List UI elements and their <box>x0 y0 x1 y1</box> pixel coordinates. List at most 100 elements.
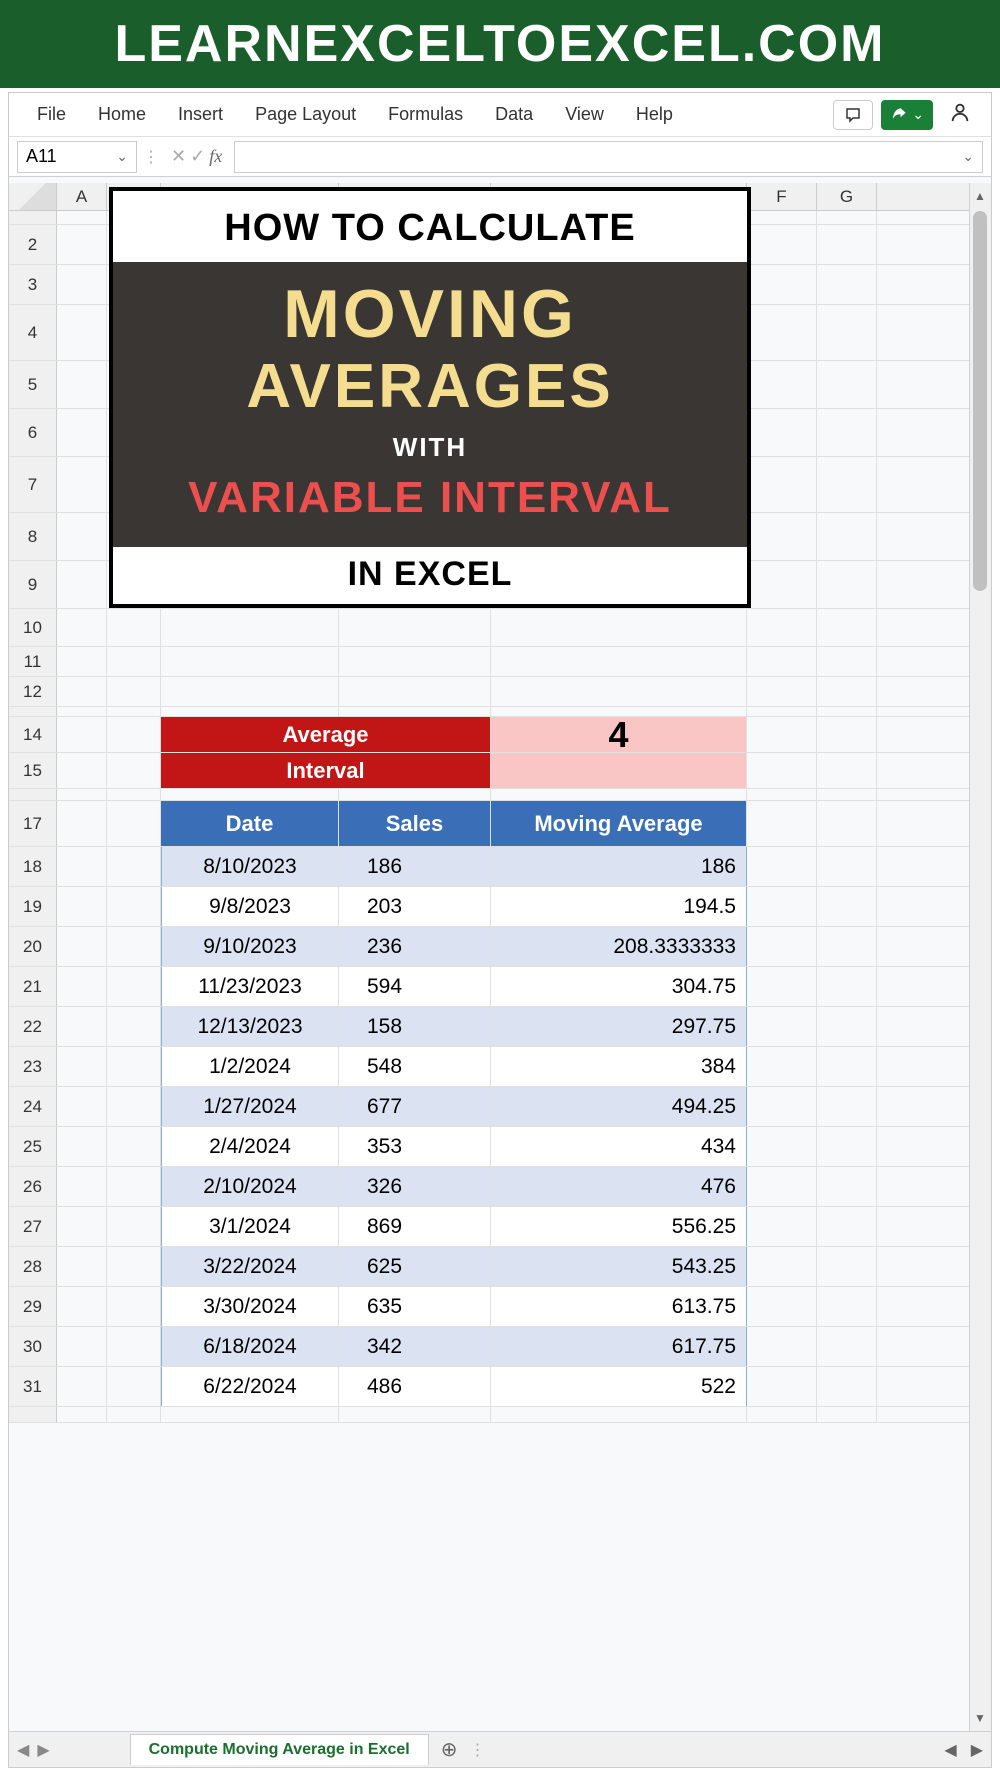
tab-formulas[interactable]: Formulas <box>372 94 479 135</box>
cell-date[interactable]: 9/10/2023 <box>161 927 339 966</box>
cell-moving-average[interactable]: 384 <box>491 1047 747 1086</box>
enter-icon[interactable]: ✓ <box>190 146 205 167</box>
cell-date[interactable]: 11/23/2023 <box>161 967 339 1006</box>
cell-moving-average[interactable]: 186 <box>491 847 747 886</box>
cell-sales[interactable]: 635 <box>339 1287 491 1326</box>
cell-date[interactable]: 6/22/2024 <box>161 1367 339 1406</box>
avg-interval-label2[interactable]: Interval <box>161 753 491 788</box>
row-header[interactable]: 26 <box>9 1167 57 1206</box>
avg-interval-value[interactable]: 4 <box>491 717 747 752</box>
cell-moving-average[interactable]: 543.25 <box>491 1247 747 1286</box>
row-header[interactable]: 6 <box>9 409 57 456</box>
cell-date[interactable]: 3/30/2024 <box>161 1287 339 1326</box>
row-header[interactable]: 22 <box>9 1007 57 1046</box>
row-header[interactable]: 23 <box>9 1047 57 1086</box>
cell-sales[interactable]: 186 <box>339 847 491 886</box>
cell-date[interactable]: 3/22/2024 <box>161 1247 339 1286</box>
row-header[interactable]: 2 <box>9 225 57 264</box>
row-header[interactable]: 25 <box>9 1127 57 1166</box>
add-sheet-icon[interactable]: ⊕ <box>429 1737 470 1762</box>
col-header-F[interactable]: F <box>747 183 817 210</box>
sheet-tab[interactable]: Compute Moving Average in Excel <box>130 1734 429 1765</box>
tab-data[interactable]: Data <box>479 94 549 135</box>
row-header[interactable]: 31 <box>9 1367 57 1406</box>
cell-date[interactable]: 2/4/2024 <box>161 1127 339 1166</box>
row-header[interactable]: 15 <box>9 753 57 788</box>
select-all-corner[interactable] <box>9 183 57 210</box>
scroll-right-icon[interactable]: ▶ <box>971 1740 983 1760</box>
tab-page-layout[interactable]: Page Layout <box>239 94 372 135</box>
cell-sales[interactable]: 342 <box>339 1327 491 1366</box>
cell-date[interactable]: 1/27/2024 <box>161 1087 339 1126</box>
cell-sales[interactable]: 486 <box>339 1367 491 1406</box>
table-header-date[interactable]: Date <box>161 801 339 846</box>
cell-sales[interactable]: 625 <box>339 1247 491 1286</box>
scroll-left-icon[interactable]: ◀ <box>944 1740 956 1760</box>
vertical-scrollbar[interactable]: ▲ ▼ <box>969 183 991 1731</box>
row-header[interactable]: 20 <box>9 927 57 966</box>
row-header[interactable]: 28 <box>9 1247 57 1286</box>
cell-sales[interactable]: 594 <box>339 967 491 1006</box>
account-button[interactable] <box>941 97 979 132</box>
scroll-up-icon[interactable]: ▲ <box>974 189 986 203</box>
cell-sales[interactable]: 353 <box>339 1127 491 1166</box>
col-header-G[interactable]: G <box>817 183 877 210</box>
row-header[interactable]: 10 <box>9 609 57 646</box>
cell-moving-average[interactable]: 208.3333333 <box>491 927 747 966</box>
cell-date[interactable]: 3/1/2024 <box>161 1207 339 1246</box>
row-header[interactable]: 11 <box>9 647 57 676</box>
row-header[interactable]: 17 <box>9 801 57 846</box>
row-header[interactable]: 5 <box>9 361 57 408</box>
row-header[interactable]: 18 <box>9 847 57 886</box>
cell-moving-average[interactable]: 556.25 <box>491 1207 747 1246</box>
scroll-thumb[interactable] <box>973 211 987 591</box>
cell-moving-average[interactable]: 476 <box>491 1167 747 1206</box>
table-header-sales[interactable]: Sales <box>339 801 491 846</box>
tab-help[interactable]: Help <box>620 94 689 135</box>
row-header[interactable]: 7 <box>9 457 57 512</box>
cell-moving-average[interactable]: 613.75 <box>491 1287 747 1326</box>
row-header[interactable]: 19 <box>9 887 57 926</box>
cell-sales[interactable]: 158 <box>339 1007 491 1046</box>
cell-date[interactable]: 12/13/2023 <box>161 1007 339 1046</box>
cell-sales[interactable]: 677 <box>339 1087 491 1126</box>
cell-date[interactable]: 1/2/2024 <box>161 1047 339 1086</box>
cell-sales[interactable]: 236 <box>339 927 491 966</box>
cell-date[interactable]: 8/10/2023 <box>161 847 339 886</box>
row-header[interactable]: 8 <box>9 513 57 560</box>
table-header-ma[interactable]: Moving Average <box>491 801 747 846</box>
row-header[interactable]: 14 <box>9 717 57 752</box>
row-header[interactable]: 9 <box>9 561 57 608</box>
cell-moving-average[interactable]: 617.75 <box>491 1327 747 1366</box>
tab-view[interactable]: View <box>549 94 620 135</box>
tab-file[interactable]: File <box>21 94 82 135</box>
cell-moving-average[interactable]: 494.25 <box>491 1087 747 1126</box>
sheet-nav-first-icon[interactable]: ◀ <box>17 1740 29 1760</box>
tab-insert[interactable]: Insert <box>162 94 239 135</box>
formula-input[interactable]: ⌄ <box>234 141 983 173</box>
cell-moving-average[interactable]: 304.75 <box>491 967 747 1006</box>
name-box[interactable]: A11 ⌄ <box>17 141 137 173</box>
cell-sales[interactable]: 548 <box>339 1047 491 1086</box>
row-header[interactable]: 30 <box>9 1327 57 1366</box>
cell-moving-average[interactable]: 194.5 <box>491 887 747 926</box>
cell-sales[interactable]: 869 <box>339 1207 491 1246</box>
cell-date[interactable]: 9/8/2023 <box>161 887 339 926</box>
cell-moving-average[interactable]: 434 <box>491 1127 747 1166</box>
row-header[interactable]: 12 <box>9 677 57 706</box>
row-header[interactable]: 3 <box>9 265 57 304</box>
row-header[interactable]: 21 <box>9 967 57 1006</box>
row-header[interactable]: 4 <box>9 305 57 360</box>
cell-sales[interactable]: 203 <box>339 887 491 926</box>
cell-moving-average[interactable]: 522 <box>491 1367 747 1406</box>
row-header[interactable]: 24 <box>9 1087 57 1126</box>
row-header[interactable]: 29 <box>9 1287 57 1326</box>
cancel-icon[interactable]: ✕ <box>171 146 186 167</box>
cell-date[interactable]: 6/18/2024 <box>161 1327 339 1366</box>
cell-moving-average[interactable]: 297.75 <box>491 1007 747 1046</box>
fx-label[interactable]: fx <box>209 146 222 167</box>
share-button[interactable]: ⌄ <box>881 100 933 130</box>
tab-home[interactable]: Home <box>82 94 162 135</box>
scroll-down-icon[interactable]: ▼ <box>974 1711 986 1725</box>
col-header-A[interactable]: A <box>57 183 107 210</box>
